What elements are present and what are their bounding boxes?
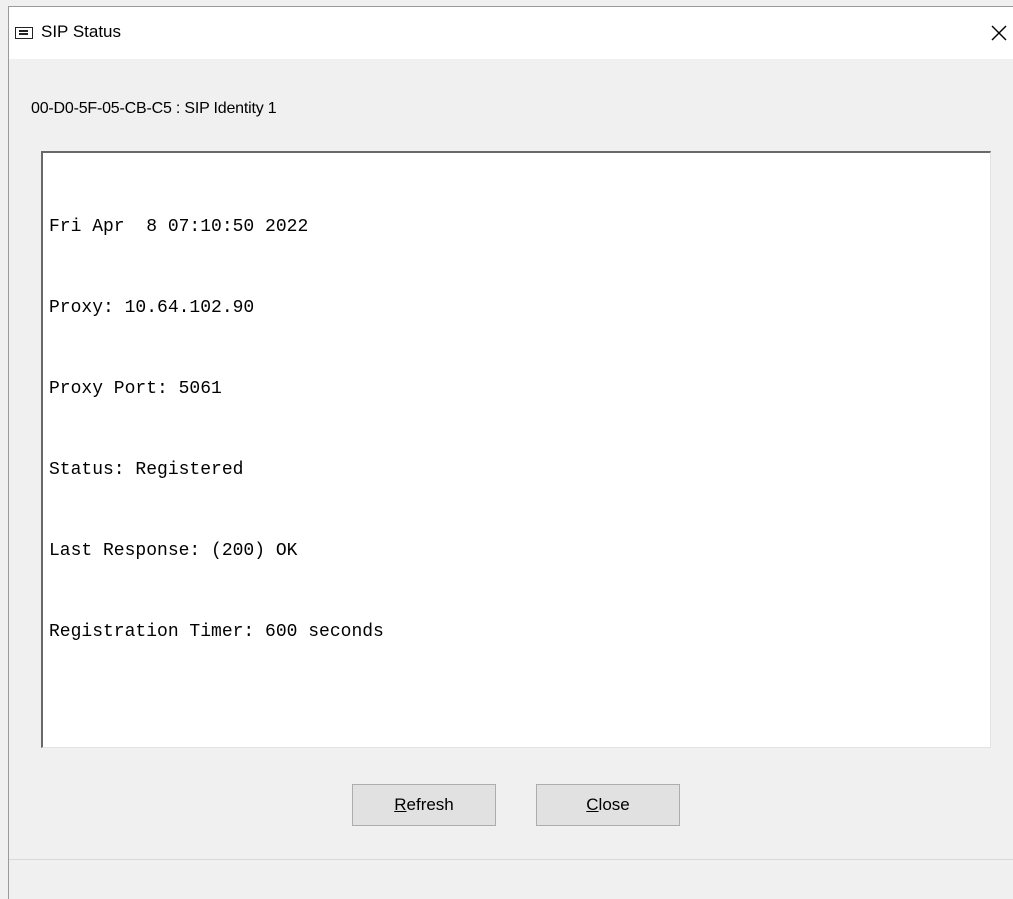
- sip-status-window: SIP Status 00-D0-5F-05-CB-C5 : SIP Ident…: [8, 6, 1013, 899]
- status-line-registration-timer: Registration Timer: 600 seconds: [49, 622, 384, 642]
- window-icon: [15, 27, 33, 39]
- identity-label: 00-D0-5F-05-CB-C5 : SIP Identity 1: [31, 100, 277, 117]
- refresh-button[interactable]: Refresh: [352, 784, 496, 826]
- status-line-proxy: Proxy: 10.64.102.90: [49, 298, 255, 318]
- close-label: lose: [598, 795, 630, 814]
- status-text-area[interactable]: Fri Apr 8 07:10:50 2022 Proxy: 10.64.102…: [41, 151, 991, 748]
- status-line-date: Fri Apr 8 07:10:50 2022: [49, 217, 309, 237]
- title-bar[interactable]: SIP Status: [9, 7, 1013, 59]
- status-line-proxy-port: Proxy Port: 5061: [49, 379, 222, 399]
- close-icon[interactable]: [983, 15, 1013, 51]
- status-line-status: Status: Registered: [49, 460, 244, 480]
- refresh-mnemonic: R: [394, 795, 407, 814]
- refresh-label: efresh: [406, 795, 454, 814]
- close-button[interactable]: Close: [536, 784, 680, 826]
- status-bar-divider: [9, 859, 1013, 860]
- window-title: SIP Status: [41, 22, 122, 41]
- close-mnemonic: C: [586, 795, 599, 814]
- status-line-last-response: Last Response: (200) OK: [49, 541, 298, 561]
